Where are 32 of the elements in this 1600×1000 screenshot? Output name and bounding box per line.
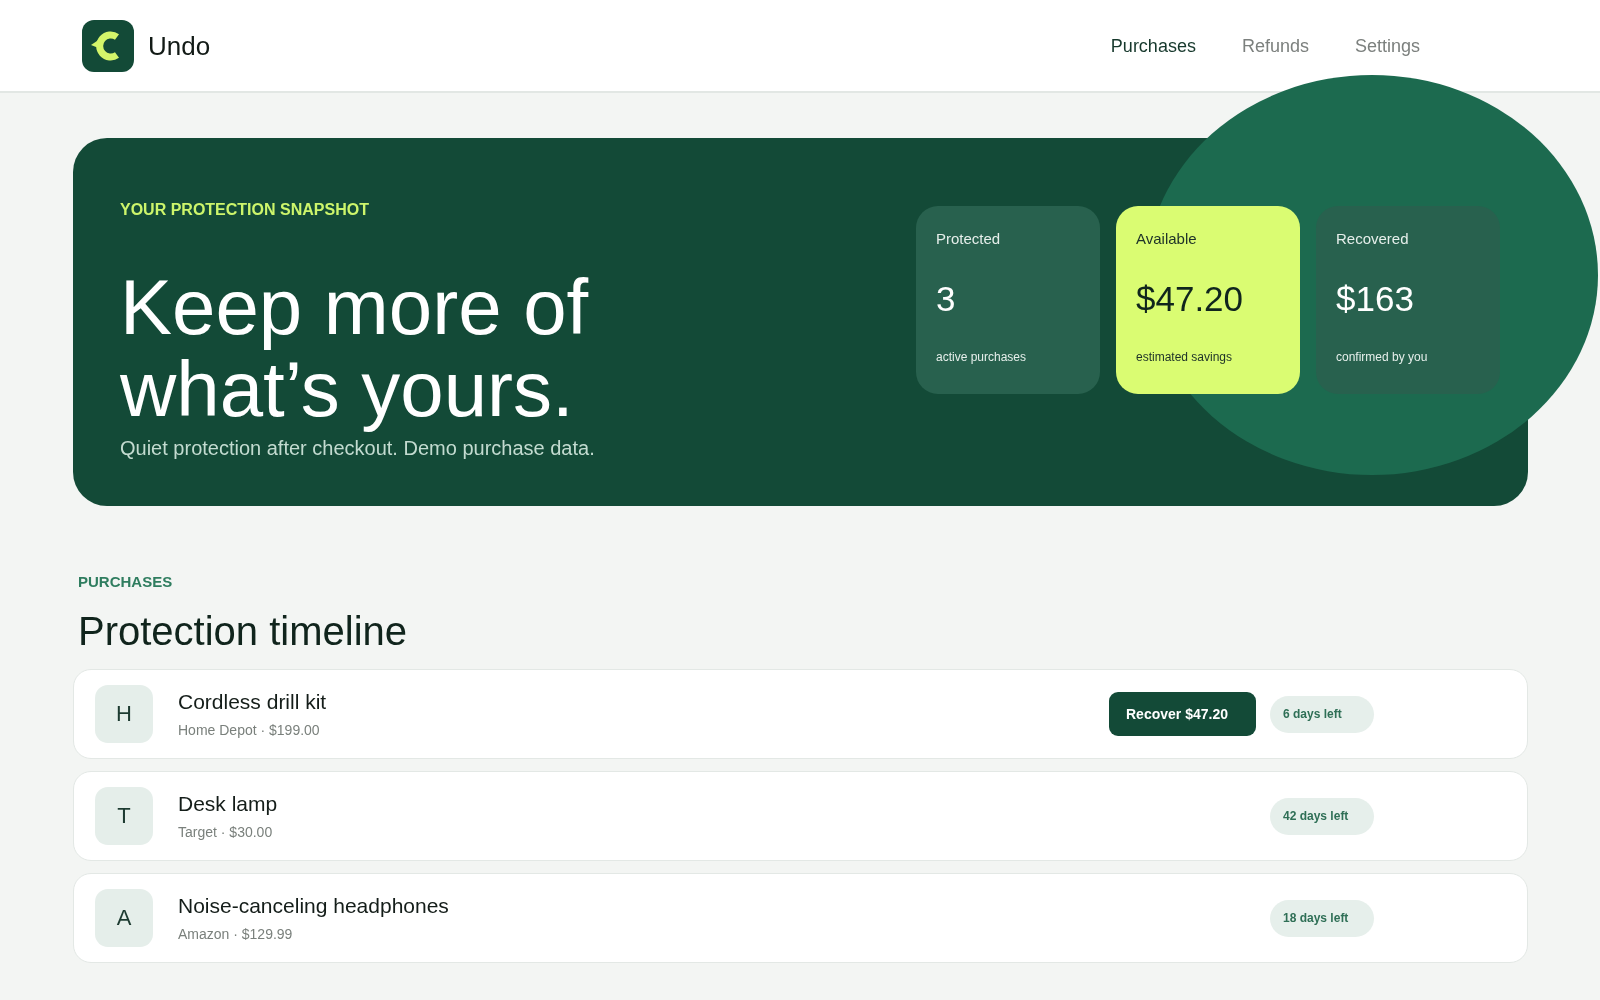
days-left-pill: 18 days left <box>1270 899 1374 937</box>
store-initial-avatar: H <box>95 685 153 743</box>
days-left-pill: 6 days left <box>1270 695 1374 733</box>
logo-icon <box>82 19 134 72</box>
recover-button[interactable]: Recover $47.20 <box>1109 692 1256 736</box>
nav-tab[interactable]: Purchases <box>1110 34 1196 57</box>
stat-value: $47.20 <box>1136 279 1245 319</box>
nav-tab[interactable]: Settings <box>1354 34 1420 57</box>
hero-eyebrow: YOUR PROTECTION SNAPSHOT <box>120 200 370 220</box>
item-name: Desk lamp <box>178 791 278 817</box>
brand-name: Undo <box>148 30 211 61</box>
store-initial-avatar: T <box>95 787 153 845</box>
section-eyebrow: PURCHASES <box>78 573 173 591</box>
stat-label: Protected <box>936 230 1002 248</box>
hero-subtitle: Quiet protection after checkout. Demo purchase data. <box>120 436 596 460</box>
stat-value: $163 <box>1336 279 1415 319</box>
days-left-pill: 42 days left <box>1270 797 1374 835</box>
stat-caption: confirmed by you <box>1336 349 1429 365</box>
stat-label: Available <box>1136 230 1198 248</box>
section-title: Protection timeline <box>78 608 408 654</box>
store-initial-avatar: A <box>95 889 153 947</box>
item-name: Cordless drill kit <box>178 689 327 715</box>
hero-heading: Keep more of what’s yours. <box>120 266 590 430</box>
item-details: Home Depot · $199.00 <box>178 721 320 739</box>
item-name: Noise-canceling headphones <box>178 893 449 919</box>
stat-label: Recovered <box>1336 230 1410 248</box>
stat-value: 3 <box>936 279 957 319</box>
item-details: Amazon · $129.99 <box>178 925 293 943</box>
stat-caption: active purchases <box>936 349 1028 365</box>
nav-tab[interactable]: Refunds <box>1241 34 1309 57</box>
item-details: Target · $30.00 <box>178 823 273 841</box>
stat-caption: estimated savings <box>1136 349 1234 365</box>
